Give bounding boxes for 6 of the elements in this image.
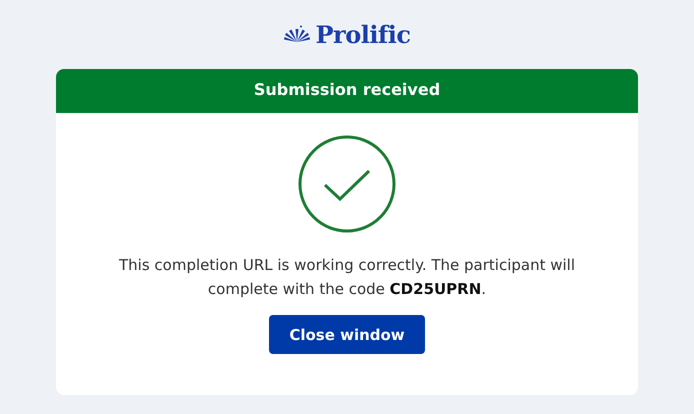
logo-text: Prolific: [316, 20, 410, 48]
message-text: This completion URL is working correctly. The participant will complete with the code CD25UPRN.: [118, 255, 576, 300]
card-header: Submission received: [56, 69, 638, 113]
sunburst-icon: [284, 25, 310, 43]
checkmark-circle-icon: [298, 135, 396, 233]
close-window-button[interactable]: Close window: [269, 315, 425, 354]
